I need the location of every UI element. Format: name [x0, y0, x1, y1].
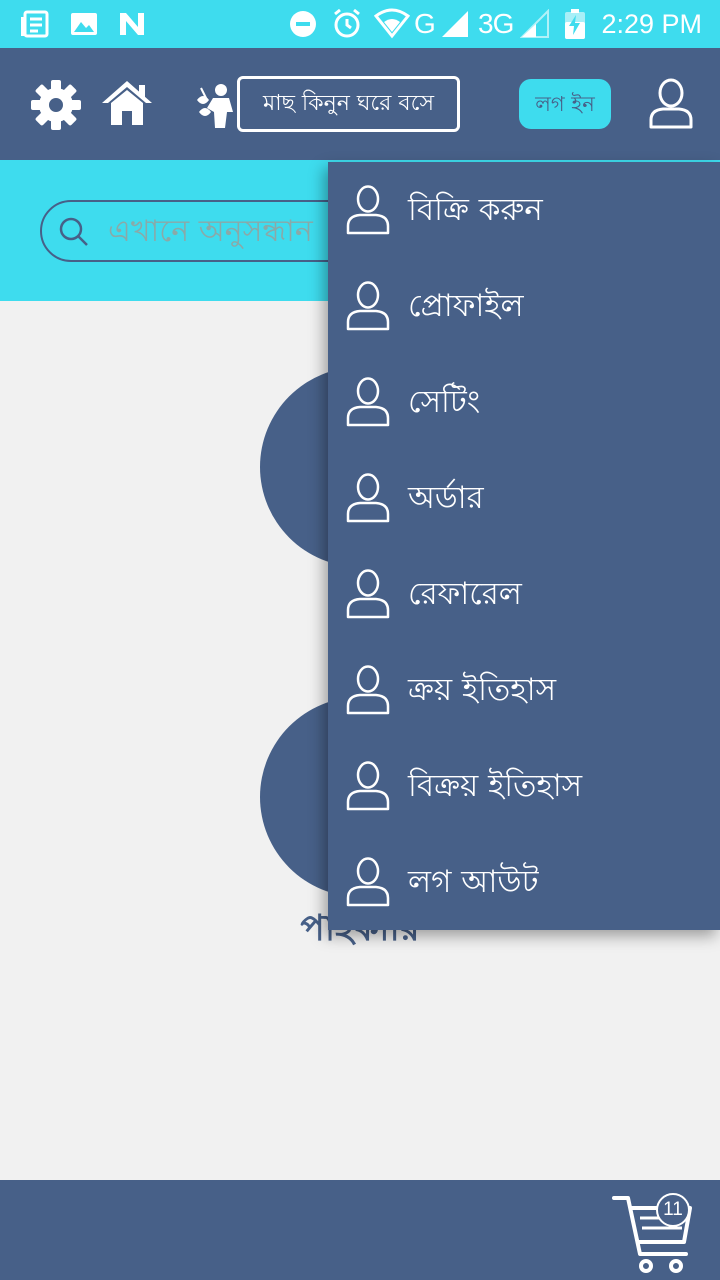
- user-dropdown-menu: বিক্রি করুন প্রোফাইল সেটিং অর্ডার রেফারে…: [328, 162, 720, 930]
- news-icon: [20, 8, 50, 40]
- search-icon: [58, 216, 90, 252]
- user-icon[interactable]: [648, 78, 694, 130]
- cart-count-badge: 11: [656, 1193, 690, 1227]
- user-icon: [345, 568, 391, 620]
- menu-item-label: লগ আউট: [408, 864, 539, 900]
- user-icon: [345, 376, 391, 428]
- menu-item-label: রেফারেল: [408, 576, 522, 612]
- signal-icon: [520, 8, 550, 40]
- signal-icon: [440, 8, 470, 40]
- user-icon: [345, 760, 391, 812]
- menu-item-label: বিক্রি করুন: [408, 192, 543, 228]
- network-3g: 3G: [478, 8, 514, 39]
- battery-charging-icon: [564, 8, 586, 40]
- user-icon: [345, 280, 391, 332]
- bottom-bar: [0, 1180, 720, 1280]
- menu-item-label: বিক্রয় ইতিহাস: [408, 768, 583, 804]
- menu-item-label: সেটিং: [408, 384, 481, 420]
- menu-item-profile[interactable]: প্রোফাইল: [328, 258, 720, 354]
- user-icon: [345, 664, 391, 716]
- menu-item-settings[interactable]: সেটিং: [328, 354, 720, 450]
- menu-item-label: অর্ডার: [408, 480, 484, 516]
- status-bar: G 3G 2:29 PM: [0, 0, 720, 48]
- menu-item-referral[interactable]: রেফারেল: [328, 546, 720, 642]
- dnd-icon: [288, 8, 318, 40]
- menu-item-logout[interactable]: লগ আউট: [328, 834, 720, 930]
- network-g: G: [414, 8, 436, 39]
- menu-item-label: প্রোফাইল: [408, 288, 524, 324]
- menu-item-sell[interactable]: বিক্রি করুন: [328, 162, 720, 258]
- settings-icon[interactable]: [30, 79, 82, 131]
- wifi-icon: [374, 8, 410, 40]
- app-bar: মাছ কিনুন ঘরে বসে লগ ইন: [0, 48, 720, 160]
- user-icon: [345, 472, 391, 524]
- app-title: মাছ কিনুন ঘরে বসে: [237, 76, 460, 132]
- logo-icon: [195, 82, 239, 128]
- alarm-icon: [331, 8, 363, 40]
- menu-item-order[interactable]: অর্ডার: [328, 450, 720, 546]
- menu-item-label: ক্রয় ইতিহাস: [408, 672, 557, 708]
- user-icon: [345, 184, 391, 236]
- user-icon: [345, 856, 391, 908]
- image-icon: [69, 8, 99, 40]
- home-icon[interactable]: [101, 79, 153, 127]
- status-time: 2:29 PM: [601, 9, 702, 39]
- login-button[interactable]: লগ ইন: [519, 79, 611, 129]
- menu-item-sales-history[interactable]: বিক্রয় ইতিহাস: [328, 738, 720, 834]
- menu-item-purchase-history[interactable]: ক্রয় ইতিহাস: [328, 642, 720, 738]
- n-icon: [117, 8, 147, 40]
